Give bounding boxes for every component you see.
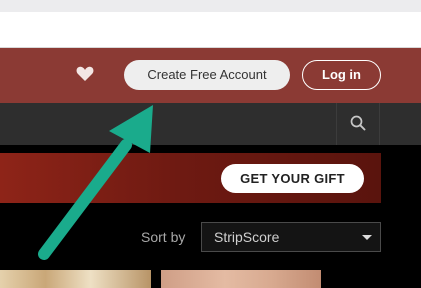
site-header: Create Free Account Log in (0, 48, 421, 103)
search-icon (350, 115, 366, 131)
heart-icon[interactable] (76, 66, 94, 82)
promo-banner: GET YOUR GIFT (0, 153, 381, 203)
create-free-account-button[interactable]: Create Free Account (124, 60, 290, 90)
nav-bar (0, 103, 421, 145)
log-in-button[interactable]: Log in (302, 60, 381, 90)
video-thumbnail[interactable] (0, 270, 151, 288)
sort-select[interactable]: StripScore (201, 222, 381, 252)
chevron-down-icon (362, 235, 372, 240)
get-your-gift-button[interactable]: GET YOUR GIFT (221, 164, 364, 193)
video-thumbnail[interactable] (161, 270, 321, 288)
browser-tab-strip (0, 0, 421, 12)
search-button[interactable] (336, 103, 380, 145)
browser-address-bar[interactable] (0, 12, 421, 48)
sort-by-label: Sort by (141, 229, 186, 245)
sort-selected-value: StripScore (214, 229, 280, 245)
